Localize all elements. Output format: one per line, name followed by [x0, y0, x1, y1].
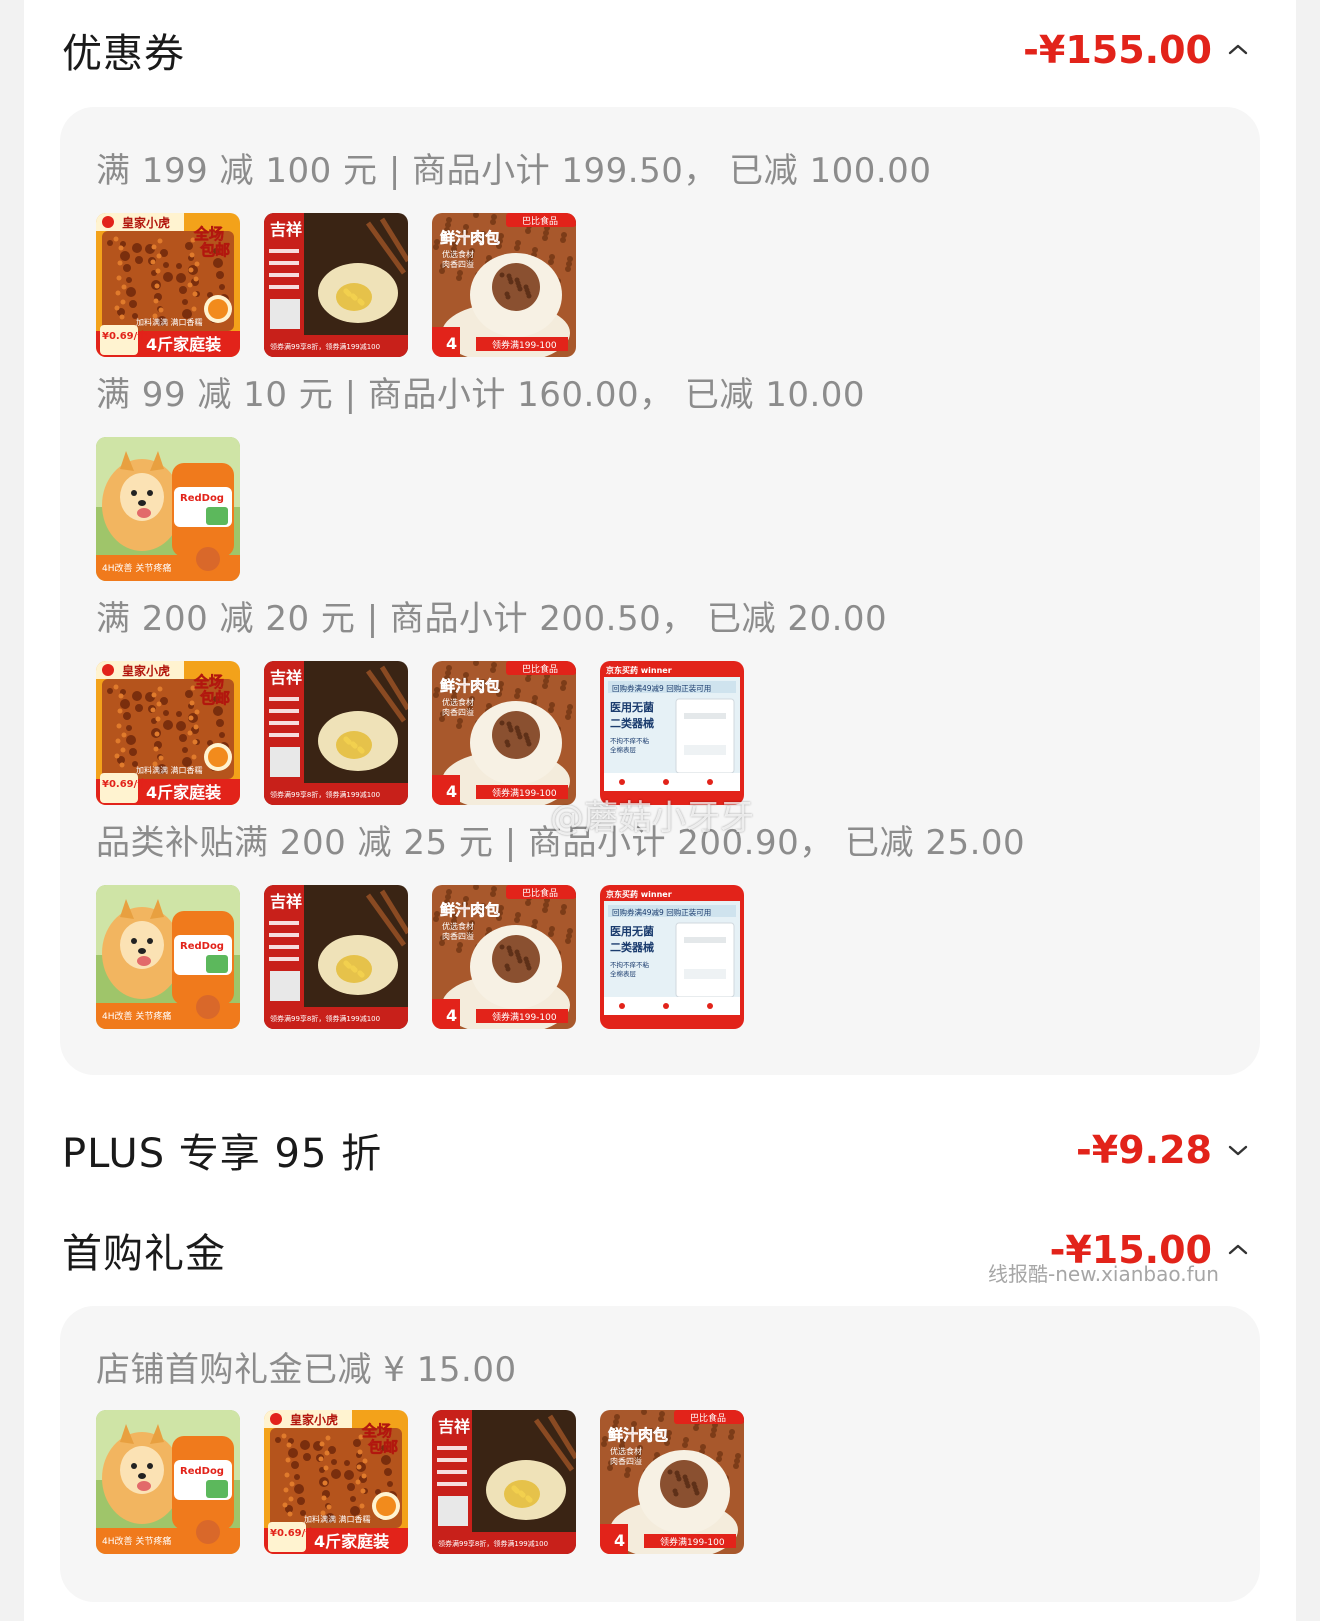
tiger-pork-product-image[interactable]: 皇家小虎 全场 包邮 加料满满 满口香糯 ¥0.69/个 4斤家庭装: [264, 1410, 408, 1554]
svg-text:皇家小虎: 皇家小虎: [122, 215, 170, 230]
reddog-pet-product-image[interactable]: RedDog 4H改善 关节疼痛: [96, 1410, 240, 1554]
svg-text:领券满199-100: 领券满199-100: [492, 787, 557, 799]
dumpling-product-image[interactable]: 吉祥 领券满99享8折，领券满199减100: [264, 885, 408, 1029]
svg-text:二类器械: 二类器械: [610, 940, 654, 954]
svg-text:吉祥: 吉祥: [270, 668, 302, 687]
svg-text:4斤家庭装: 4斤家庭装: [146, 783, 221, 802]
reddog-pet-product-image[interactable]: RedDog 4H改善 关节疼痛: [96, 885, 240, 1029]
svg-text:领券满99享8折，领券满199减100: 领券满99享8折，领券满199减100: [270, 1014, 380, 1023]
svg-text:加料满满 满口香糯: 加料满满 满口香糯: [304, 1514, 371, 1524]
svg-text:RedDog: RedDog: [180, 493, 224, 504]
svg-text:不拘不痒不粘: 不拘不痒不粘: [610, 960, 650, 969]
svg-text:肉香四溢: 肉香四溢: [442, 931, 474, 941]
svg-text:医用无菌: 医用无菌: [610, 700, 654, 714]
svg-text:¥0.69/个: ¥0.69/个: [270, 1526, 316, 1539]
coupon-group-label: 满 199 减 100 元 | 商品小计 199.50， 已减 100.00: [96, 151, 932, 191]
svg-text:4: 4: [446, 1006, 457, 1025]
svg-text:肉香四溢: 肉香四溢: [442, 707, 474, 717]
svg-text:4: 4: [446, 782, 457, 801]
svg-text:鲜汁肉包: 鲜汁肉包: [440, 901, 500, 919]
site-watermark: 线报酷-new.xianbao.fun: [988, 1262, 1219, 1286]
coupon-group-label: 满 200 减 20 元 | 商品小计 200.50， 已减 20.00: [96, 599, 888, 639]
svg-text:¥0.69/个: ¥0.69/个: [102, 329, 148, 342]
svg-text:领券满199-100: 领券满199-100: [492, 1011, 557, 1023]
svg-text:优选食材: 优选食材: [442, 697, 474, 707]
svg-text:4: 4: [614, 1531, 625, 1550]
svg-text:加料满满 满口香糯: 加料满满 满口香糯: [136, 317, 203, 327]
coupon-amount: -¥155.00: [1023, 28, 1212, 72]
tiger-pork-product-image[interactable]: 皇家小虎 全场 包邮 加料满满 满口香糯 ¥0.69/个 4斤家庭装: [96, 213, 240, 357]
svg-text:鲜汁肉包: 鲜汁肉包: [440, 677, 500, 695]
svg-text:吉祥: 吉祥: [270, 220, 302, 239]
coupon-title: 优惠券: [62, 31, 185, 77]
svg-text:包邮: 包邮: [200, 689, 230, 707]
svg-text:京东买药 winner: 京东买药 winner: [606, 889, 672, 899]
svg-text:巴比食品: 巴比食品: [690, 1412, 726, 1424]
svg-text:全棉表层: 全棉表层: [610, 745, 637, 754]
svg-text:巴比食品: 巴比食品: [522, 887, 558, 899]
meat-bun-product-image[interactable]: 巴比食品 鲜汁肉包 优选食材 肉香四溢 4 领券满199-100: [432, 885, 576, 1029]
coupon-detail-panel: 满 199 减 100 元 | 商品小计 199.50， 已减 100.00 皇…: [60, 107, 1260, 1075]
svg-text:巴比食品: 巴比食品: [522, 215, 558, 227]
first-gift-panel: 店铺首购礼金已减 ¥ 15.00 RedDog 4H改善 关节疼痛 皇家小虎 全…: [60, 1306, 1260, 1602]
svg-text:二类器械: 二类器械: [610, 716, 654, 730]
svg-text:皇家小虎: 皇家小虎: [122, 663, 170, 678]
svg-text:巴比食品: 巴比食品: [522, 663, 558, 675]
meat-bun-product-image[interactable]: 巴比食品 鲜汁肉包 优选食材 肉香四溢 4 领券满199-100: [432, 213, 576, 357]
weibo-watermark: @蘑菇小牙牙: [550, 798, 754, 838]
chevron-up-icon[interactable]: [1226, 38, 1250, 62]
first-gift-title: 首购礼金: [62, 1231, 226, 1277]
meat-bun-product-image[interactable]: 巴比食品 鲜汁肉包 优选食材 肉香四溢 4 领券满199-100: [600, 1410, 744, 1554]
first-gift-label: 店铺首购礼金已减 ¥ 15.00: [96, 1350, 517, 1390]
svg-text:全棉表层: 全棉表层: [610, 969, 637, 978]
svg-text:4斤家庭装: 4斤家庭装: [314, 1532, 389, 1551]
plus-amount: -¥9.28: [1076, 1128, 1212, 1172]
plus-title: PLUS 专享 95 折: [62, 1131, 383, 1177]
svg-text:领券满99享8折，领券满199减100: 领券满99享8折，领券满199减100: [270, 342, 380, 351]
svg-text:京东买药 winner: 京东买药 winner: [606, 665, 672, 675]
reddog-pet-product-image[interactable]: RedDog 4H改善 关节疼痛: [96, 437, 240, 581]
svg-text:4H改善 关节疼痛: 4H改善 关节疼痛: [102, 1010, 171, 1022]
svg-text:医用无菌: 医用无菌: [610, 924, 654, 938]
svg-text:皇家小虎: 皇家小虎: [290, 1412, 338, 1427]
svg-text:领券满99享8折，领券满199减100: 领券满99享8折，领券满199减100: [438, 1539, 548, 1548]
tiger-pork-product-image[interactable]: 皇家小虎 全场 包邮 加料满满 满口香糯 ¥0.69/个 4斤家庭装: [96, 661, 240, 805]
svg-text:领券满199-100: 领券满199-100: [660, 1536, 725, 1548]
svg-text:吉祥: 吉祥: [270, 892, 302, 911]
svg-text:4斤家庭装: 4斤家庭装: [146, 335, 221, 354]
chevron-down-icon[interactable]: [1226, 1138, 1250, 1162]
svg-text:吉祥: 吉祥: [438, 1417, 470, 1436]
medical-product-image[interactable]: 京东买药 winner 回购券满49减9 回购正装可用 医用无菌 二类器械 不拘…: [600, 885, 744, 1029]
dumpling-product-image[interactable]: 吉祥 领券满99享8折，领券满199减100: [432, 1410, 576, 1554]
svg-text:4H改善 关节疼痛: 4H改善 关节疼痛: [102, 562, 171, 574]
svg-text:领券满99享8折，领券满199减100: 领券满99享8折，领券满199减100: [270, 790, 380, 799]
dumpling-product-image[interactable]: 吉祥 领券满99享8折，领券满199减100: [264, 213, 408, 357]
svg-text:回购券满49减9 回购正装可用: 回购券满49减9 回购正装可用: [612, 907, 711, 917]
medical-product-image[interactable]: 京东买药 winner 回购券满49减9 回购正装可用 医用无菌 二类器械 不拘…: [600, 661, 744, 805]
svg-text:加料满满 满口香糯: 加料满满 满口香糯: [136, 765, 203, 775]
svg-text:优选食材: 优选食材: [610, 1446, 642, 1456]
coupon-row[interactable]: 优惠券 -¥155.00: [62, 20, 1250, 80]
svg-text:鲜汁肉包: 鲜汁肉包: [608, 1426, 668, 1444]
svg-text:包邮: 包邮: [200, 241, 230, 259]
coupon-group-label: 满 99 减 10 元 | 商品小计 160.00， 已减 10.00: [96, 375, 866, 415]
svg-text:不拘不痒不粘: 不拘不痒不粘: [610, 736, 650, 745]
svg-text:RedDog: RedDog: [180, 1466, 224, 1477]
dumpling-product-image[interactable]: 吉祥 领券满99享8折，领券满199减100: [264, 661, 408, 805]
svg-text:优选食材: 优选食材: [442, 249, 474, 259]
svg-text:肉香四溢: 肉香四溢: [442, 259, 474, 269]
svg-text:¥0.69/个: ¥0.69/个: [102, 777, 148, 790]
svg-text:4: 4: [446, 334, 457, 353]
svg-text:包邮: 包邮: [368, 1438, 398, 1456]
svg-text:肉香四溢: 肉香四溢: [610, 1456, 642, 1466]
svg-text:4H改善 关节疼痛: 4H改善 关节疼痛: [102, 1535, 171, 1547]
chevron-up-icon[interactable]: [1226, 1238, 1250, 1262]
svg-text:RedDog: RedDog: [180, 941, 224, 952]
svg-text:回购券满49减9 回购正装可用: 回购券满49减9 回购正装可用: [612, 683, 711, 693]
plus-row[interactable]: PLUS 专享 95 折 -¥9.28: [62, 1120, 1250, 1180]
svg-text:鲜汁肉包: 鲜汁肉包: [440, 229, 500, 247]
svg-text:领券满199-100: 领券满199-100: [492, 339, 557, 351]
meat-bun-product-image[interactable]: 巴比食品 鲜汁肉包 优选食材 肉香四溢 4 领券满199-100: [432, 661, 576, 805]
svg-text:优选食材: 优选食材: [442, 921, 474, 931]
